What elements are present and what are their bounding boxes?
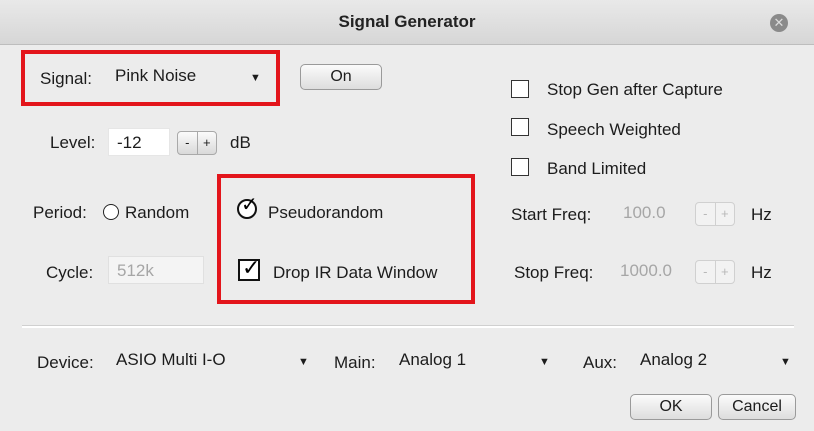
stop-gen-label[interactable]: Stop Gen after Capture — [547, 80, 723, 100]
band-limited-label[interactable]: Band Limited — [547, 159, 646, 179]
on-button[interactable]: On — [300, 64, 382, 90]
start-freq-input[interactable]: 100.0 — [615, 199, 690, 227]
aux-select[interactable]: Analog 2 ▼ — [640, 346, 800, 374]
main-value: Analog 1 — [399, 350, 467, 369]
checkmark-icon: ✓ — [242, 255, 261, 280]
stop-freq-decrement-button[interactable]: - — [696, 261, 715, 283]
start-freq-unit: Hz — [751, 205, 772, 224]
level-increment-button[interactable]: + — [196, 132, 217, 154]
separator — [22, 325, 794, 328]
start-freq-decrement-button[interactable]: - — [696, 203, 715, 225]
cycle-label: Cycle: — [46, 263, 94, 282]
main-select[interactable]: Analog 1 ▼ — [399, 346, 554, 374]
window-title: Signal Generator — [338, 12, 476, 31]
band-limited-checkbox[interactable] — [511, 158, 529, 176]
aux-label: Aux: — [583, 353, 618, 372]
signal-label: Signal: — [40, 69, 92, 88]
device-select[interactable]: ASIO Multi I-O ▼ — [116, 346, 316, 374]
stop-freq-input[interactable]: 1000.0 — [612, 257, 690, 285]
signal-select[interactable]: Pink Noise ▼ — [115, 62, 265, 90]
stop-gen-checkbox[interactable] — [511, 80, 529, 98]
pseudorandom-radio[interactable]: ✓ — [237, 194, 258, 219]
random-label[interactable]: Random — [125, 203, 189, 223]
period-label: Period: — [33, 203, 87, 222]
device-value: ASIO Multi I-O — [116, 350, 226, 369]
chevron-down-icon: ▼ — [780, 356, 791, 368]
chevron-down-icon: ▼ — [298, 356, 309, 368]
start-freq-increment-button[interactable]: + — [714, 203, 735, 225]
main-label: Main: — [334, 353, 376, 372]
speech-weighted-checkbox[interactable] — [511, 118, 529, 136]
drop-ir-label[interactable]: Drop IR Data Window — [273, 263, 437, 283]
checkmark-icon: ✓ — [241, 194, 258, 216]
level-unit: dB — [230, 133, 251, 152]
chevron-down-icon: ▼ — [250, 72, 261, 84]
level-stepper[interactable]: - + — [177, 131, 217, 155]
ok-button[interactable]: OK — [630, 394, 712, 420]
level-input[interactable]: -12 — [108, 128, 170, 156]
signal-value: Pink Noise — [115, 66, 197, 85]
level-decrement-button[interactable]: - — [178, 132, 197, 154]
speech-weighted-label[interactable]: Speech Weighted — [547, 120, 681, 140]
start-freq-label: Start Freq: — [511, 205, 592, 224]
stop-freq-stepper[interactable]: - + — [695, 260, 735, 284]
chevron-down-icon: ▼ — [539, 356, 550, 368]
stop-freq-unit: Hz — [751, 263, 772, 282]
level-label: Level: — [50, 133, 96, 152]
cycle-input[interactable]: 512k — [108, 256, 204, 284]
random-radio[interactable] — [103, 204, 119, 220]
pseudorandom-label[interactable]: Pseudorandom — [268, 203, 383, 223]
aux-value: Analog 2 — [640, 350, 708, 369]
cancel-button[interactable]: Cancel — [718, 394, 796, 420]
close-icon[interactable]: ✕ — [770, 14, 788, 32]
stop-freq-label: Stop Freq: — [514, 263, 594, 282]
drop-ir-checkbox[interactable]: ✓ — [238, 255, 260, 281]
device-label: Device: — [37, 353, 94, 372]
start-freq-stepper[interactable]: - + — [695, 202, 735, 226]
stop-freq-increment-button[interactable]: + — [714, 261, 735, 283]
